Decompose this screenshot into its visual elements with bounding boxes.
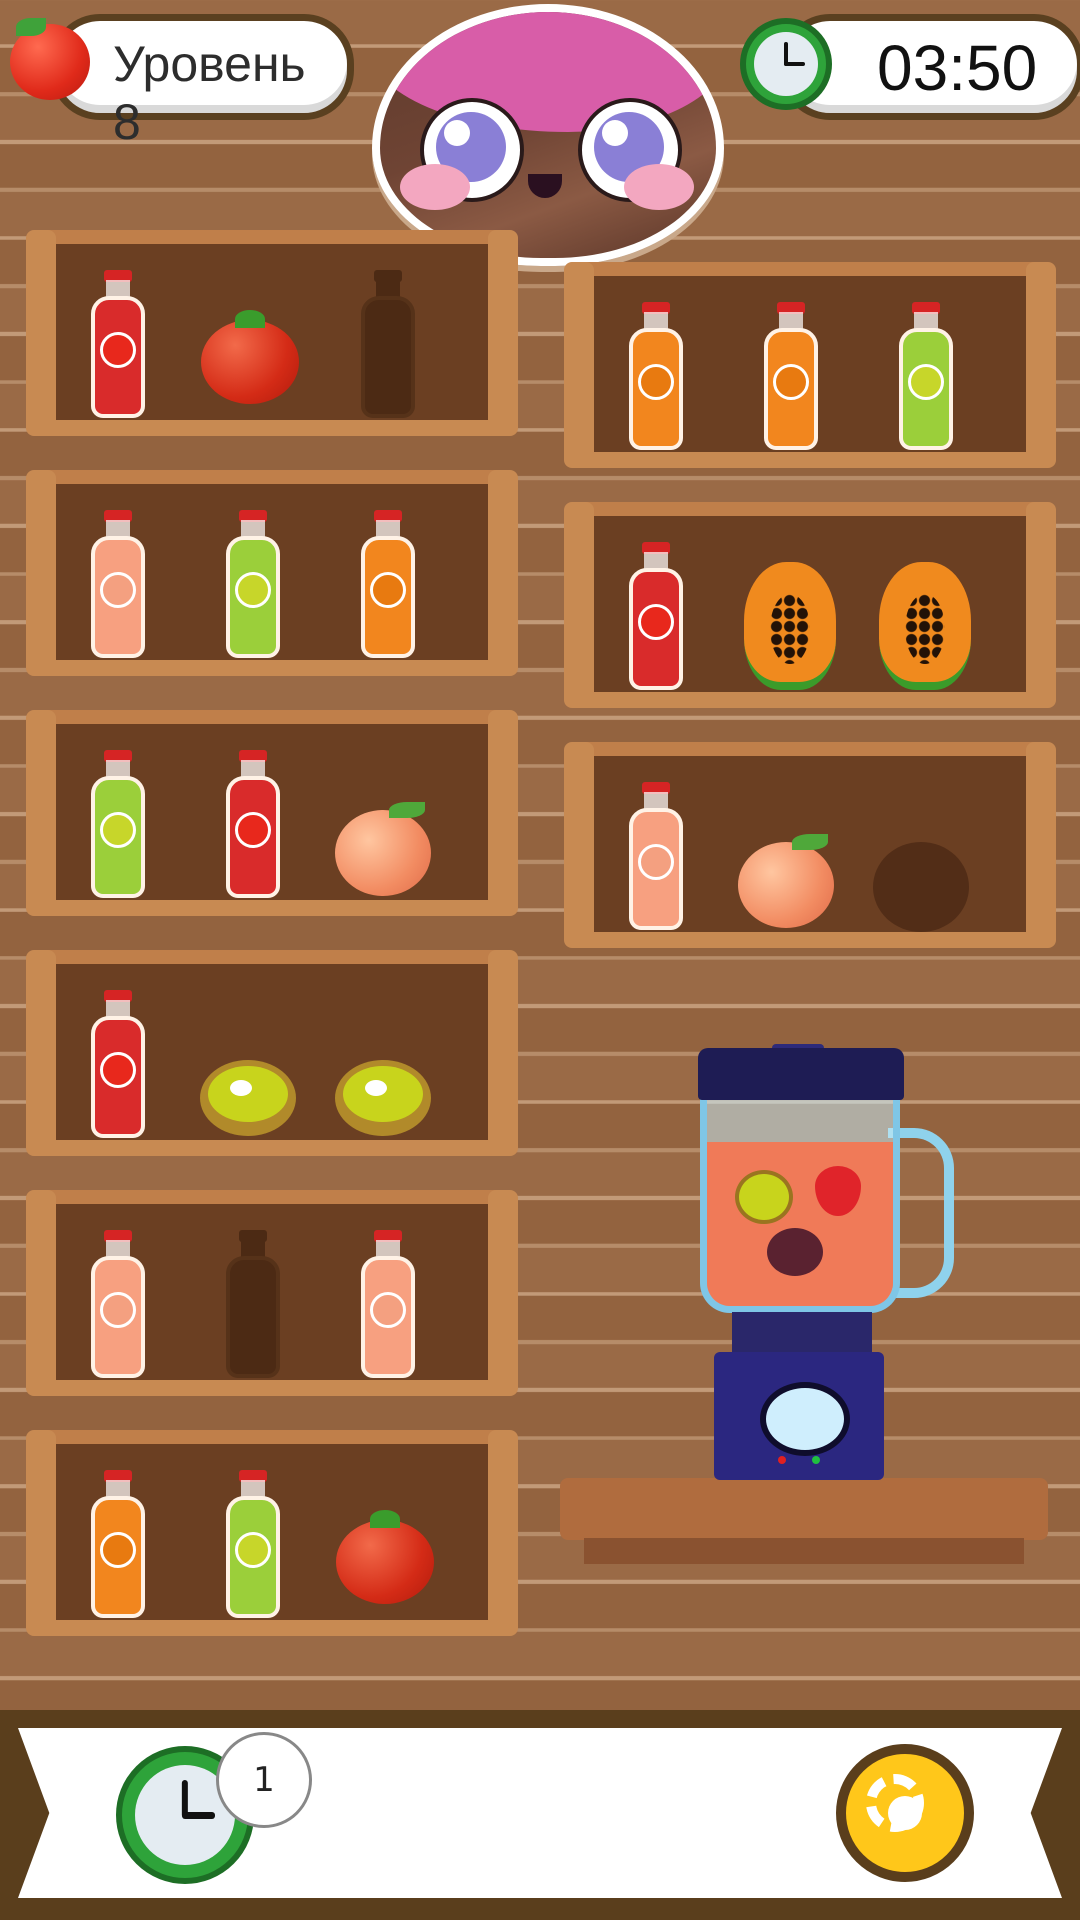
mangosteen-in-blender (767, 1228, 823, 1276)
shelf-left-4[interactable] (26, 950, 518, 1156)
shelf-left-1[interactable] (26, 230, 518, 436)
shelf-left-5[interactable] (26, 1190, 518, 1396)
papaya-juice-bottle[interactable] (361, 510, 415, 660)
shelf-right-1[interactable] (564, 262, 1056, 468)
shelf-slot[interactable] (609, 782, 699, 932)
shelf-slot[interactable] (200, 990, 296, 1140)
peach-juice-bottle[interactable] (361, 1230, 415, 1380)
kiwi-juice-bottle[interactable] (91, 750, 145, 900)
gear-icon[interactable] (836, 1744, 974, 1882)
peach-juice-bottle[interactable] (629, 782, 683, 932)
kiwi-juice-bottle[interactable] (226, 510, 280, 660)
counter-shelf (560, 1478, 1048, 1540)
shelf-slot[interactable] (71, 1230, 161, 1380)
shelf-slot[interactable] (341, 270, 431, 420)
timer-value: 03:50 (877, 32, 1038, 104)
papaya-fruit[interactable] (744, 562, 836, 690)
blender-dial[interactable] (760, 1382, 850, 1456)
blender-led-red (778, 1456, 786, 1464)
shelf-slot[interactable] (206, 510, 296, 660)
shelf-slot[interactable] (609, 302, 699, 452)
apple-leaf (16, 18, 46, 36)
mouth (528, 174, 562, 198)
shelf-slot[interactable] (879, 302, 969, 452)
tomato-juice-bottle[interactable] (91, 270, 145, 420)
tomato-juice-bottle[interactable] (226, 750, 280, 900)
papaya-fruit[interactable] (879, 562, 971, 690)
shelf-slot[interactable] (744, 542, 836, 692)
papaya-juice-bottle[interactable] (91, 1470, 145, 1620)
shelf-slot[interactable] (879, 542, 971, 692)
empty-fruit-slot (873, 842, 969, 932)
left-blush (400, 164, 470, 210)
shelf-slot[interactable] (336, 1470, 434, 1620)
shelf-slot[interactable] (335, 750, 431, 900)
shelf-left-2[interactable] (26, 470, 518, 676)
kiwi-juice-bottle[interactable] (899, 302, 953, 452)
level-label: Уровень 8 (113, 36, 306, 150)
shelf-slot[interactable] (873, 782, 969, 932)
shelf-slot[interactable] (71, 990, 161, 1140)
shelf-slot[interactable] (71, 510, 161, 660)
shelf-slot[interactable] (71, 270, 161, 420)
peach-fruit[interactable] (335, 802, 431, 896)
peach-juice-bottle[interactable] (91, 510, 145, 660)
time-bonus-count-badge: 1 (216, 1732, 312, 1828)
blender-lid (698, 1048, 904, 1100)
shelf-slot[interactable] (341, 1230, 431, 1380)
papaya-juice-bottle[interactable] (764, 302, 818, 452)
shelf-slot[interactable] (206, 750, 296, 900)
kiwi-slice-in-blender (735, 1170, 793, 1224)
empty-bottle-slot (226, 1230, 280, 1380)
shelf-slot[interactable] (201, 270, 299, 420)
tomato-fruit[interactable] (336, 1510, 434, 1604)
shelf-slot[interactable] (206, 1230, 296, 1380)
tomato-fruit[interactable] (201, 310, 299, 404)
shelf-slot[interactable] (71, 750, 161, 900)
blender-jar[interactable] (700, 1098, 900, 1313)
peach-juice-bottle[interactable] (91, 1230, 145, 1380)
shelf-slot[interactable] (341, 510, 431, 660)
shelf-slot[interactable] (206, 1470, 296, 1620)
shelf-slot[interactable] (335, 990, 431, 1140)
customer-face (372, 4, 724, 266)
empty-bottle-slot (361, 270, 415, 420)
shelf-slot[interactable] (71, 1470, 161, 1620)
papaya-juice-bottle[interactable] (629, 302, 683, 452)
shelf-right-2[interactable] (564, 502, 1056, 708)
level-pill: Уровень 8 (50, 14, 354, 150)
pink-icing (380, 12, 716, 132)
right-blush (624, 164, 694, 210)
shelf-right-3[interactable] (564, 742, 1056, 948)
tomato-juice-bottle[interactable] (629, 542, 683, 692)
peach-fruit[interactable] (738, 834, 834, 928)
tomato-juice-bottle[interactable] (91, 990, 145, 1140)
blender-collar (732, 1312, 872, 1356)
shelf-left-3[interactable] (26, 710, 518, 916)
kiwi-fruit[interactable] (335, 1060, 431, 1136)
kiwi-fruit[interactable] (200, 1060, 296, 1136)
shelf-slot[interactable] (738, 782, 834, 932)
shelf-slot[interactable] (609, 542, 699, 692)
timer-clock-icon (740, 18, 832, 110)
counter-shelf-underside (584, 1538, 1024, 1564)
blender-led-green (812, 1456, 820, 1464)
shelf-slot[interactable] (744, 302, 834, 452)
kiwi-juice-bottle[interactable] (226, 1470, 280, 1620)
shelf-left-6[interactable] (26, 1430, 518, 1636)
